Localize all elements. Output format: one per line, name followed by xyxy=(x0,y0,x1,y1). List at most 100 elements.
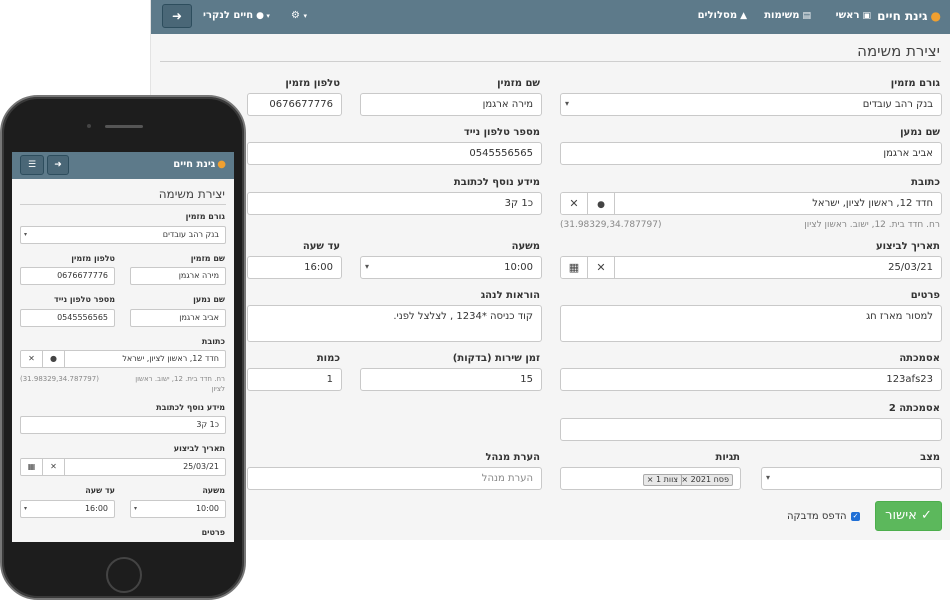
chevron-down-icon: ▾ xyxy=(24,505,28,512)
mobile-page-title: יצירת משימה xyxy=(158,187,225,201)
mobile-phone-input[interactable]: 0545556565 xyxy=(247,142,542,165)
reference-label: אסמכתה xyxy=(899,353,940,364)
chevron-down-icon: ▾ xyxy=(766,473,771,482)
gear-icon: ⚙ xyxy=(291,10,300,21)
orderer-phone-label: טלפון מזמין xyxy=(71,254,115,263)
chevron-down-icon: ▾ xyxy=(303,12,307,20)
nav-routes[interactable]: ▲מסלולים xyxy=(698,10,747,21)
page-title: יצירת משימה xyxy=(857,42,940,60)
orderer-select[interactable]: ▾ בנק רהב עובדים xyxy=(20,226,226,244)
clear-date-button[interactable]: ✕ xyxy=(588,257,615,278)
exec-date-input[interactable]: 25/03/21 ▦ ✕ xyxy=(560,256,942,279)
details-textarea[interactable]: למסור מארז חג xyxy=(560,305,942,342)
mobile-screen: ●גינת חיים ➜ ☰ יצירת משימה גורם מזמין ▾ ב… xyxy=(12,152,234,542)
divider xyxy=(160,61,941,62)
mobile-navbar: ●גינת חיים ➜ ☰ xyxy=(12,152,234,179)
menu-toggle-button[interactable]: ☰ xyxy=(20,155,44,175)
orderer-name-label: שם מזמין xyxy=(497,78,540,89)
print-label-text: הדפס מדבקה xyxy=(787,511,847,522)
mobile-brand[interactable]: ●גינת חיים xyxy=(173,159,226,170)
shift-label: משעה xyxy=(511,241,540,252)
user-menu[interactable]: ▾ ●חיים לנקרי xyxy=(203,10,270,21)
driver-notes-label: הוראות לנהג xyxy=(480,290,540,301)
mobile-phone-label: מספר טלפון נייד xyxy=(54,295,115,304)
tag-chip[interactable]: צוות 1 × xyxy=(642,474,682,486)
chevron-down-icon: ▾ xyxy=(134,505,138,512)
quantity-label: כמות xyxy=(316,353,340,364)
shift-select[interactable]: ▾ 10:00 xyxy=(360,256,542,279)
remove-tag-icon[interactable]: × xyxy=(647,475,654,484)
user-icon: ● xyxy=(256,11,264,21)
orderer-name-input[interactable]: מירה ארגמן xyxy=(360,93,542,116)
address-hint: רח. חדד בית. 12, ישוב. ראשון לציון xyxy=(804,220,940,230)
recipient-name-input[interactable]: אביב ארגמן xyxy=(560,142,942,165)
clear-date-button[interactable]: ✕ xyxy=(43,459,65,475)
orderer-phone-input[interactable]: 0676677776 xyxy=(20,267,115,285)
address-coords: (31.98329,34.787797) xyxy=(20,375,99,383)
calendar-icon: ▦ xyxy=(27,462,36,471)
reference-input[interactable]: 123afs23 xyxy=(560,368,942,391)
address-input[interactable]: חדד 12, ראשון לציון, ישראל ✕ ● xyxy=(560,192,942,215)
home-icon: ▣ xyxy=(862,11,871,21)
brand[interactable]: ●גינת חיים xyxy=(877,9,941,23)
until-input[interactable]: 16:00 xyxy=(247,256,342,279)
submit-button[interactable]: ✓ אישור xyxy=(875,501,942,531)
until-select[interactable]: ▾ 16:00 xyxy=(20,500,115,518)
location-pin-icon: ● xyxy=(930,9,941,23)
orderer-name-input[interactable]: מירה ארגמן xyxy=(130,267,226,285)
location-pin-icon: ● xyxy=(217,159,226,170)
road-icon: ▲ xyxy=(740,11,747,21)
clipboard-icon: ▤ xyxy=(802,11,811,21)
address-extra-label: מידע נוסף לכתובת xyxy=(453,177,540,188)
nav-home[interactable]: ▣ראשי xyxy=(836,10,871,21)
shift-select[interactable]: ▾ 10:00 xyxy=(130,500,226,518)
calendar-button[interactable]: ▦ xyxy=(561,257,588,278)
orderer-label: גורם מזמין xyxy=(185,212,225,221)
clear-address-button[interactable]: ✕ xyxy=(561,193,588,214)
desktop-app: ●גינת חיים ▣ראשי ▤משימות ▲מסלולים ▾ ⚙ ▾ … xyxy=(150,0,950,540)
recipient-name-label: שם נמען xyxy=(900,127,940,138)
chevron-down-icon: ▾ xyxy=(365,262,370,271)
address-extra-input[interactable]: כ1 ק3 xyxy=(20,416,226,434)
quantity-input[interactable]: 1 xyxy=(247,368,342,391)
mobile-phone-input[interactable]: 0545556565 xyxy=(20,309,115,327)
address-extra-input[interactable]: כ1 ק3 xyxy=(247,192,542,215)
driver-notes-textarea[interactable]: קוד כניסה *1234 , לצלצל לפני. xyxy=(247,305,542,342)
details-label: פרטים xyxy=(910,290,940,301)
divider xyxy=(20,204,226,205)
exec-date-label: תאריך לביצוע xyxy=(875,241,940,252)
exec-date-input[interactable]: 25/03/21 ▦ ✕ xyxy=(20,458,226,476)
sign-out-icon: ➜ xyxy=(54,160,62,170)
orderer-select[interactable]: ▾ בנק רהב עובדים xyxy=(560,93,942,116)
remove-tag-icon[interactable]: × xyxy=(681,475,688,484)
tag-chip[interactable]: פסח 2021 × xyxy=(677,474,733,486)
logout-button[interactable]: ➜ xyxy=(162,4,192,28)
reference2-input[interactable] xyxy=(560,418,942,441)
details-label: פרטים xyxy=(201,528,225,537)
sign-out-icon: ➜ xyxy=(171,9,183,23)
settings-menu[interactable]: ▾ ⚙ xyxy=(291,10,307,21)
orderer-phone-input[interactable]: 0676677776 xyxy=(247,93,342,116)
nav-tasks[interactable]: ▤משימות xyxy=(764,10,811,21)
recipient-name-input[interactable]: אביב ארגמן xyxy=(130,309,226,327)
service-time-label: זמן שירות (בדקות) xyxy=(452,353,540,364)
tags-input[interactable]: פסח 2021 × צוות 1 × xyxy=(560,467,741,490)
address-extra-label: מידע נוסף לכתובת xyxy=(156,403,225,412)
address-input[interactable]: חדד 12, ראשון לציון, ישראל ✕ ● xyxy=(20,350,226,368)
print-label-checkbox[interactable]: ✓ xyxy=(851,512,860,521)
chevron-down-icon: ▾ xyxy=(263,12,270,20)
reference2-label: אסמכתה 2 xyxy=(888,403,940,414)
clear-address-button[interactable]: ✕ xyxy=(21,351,43,367)
calendar-button[interactable]: ▦ xyxy=(21,459,43,475)
map-marker-button[interactable]: ● xyxy=(43,351,65,367)
status-select[interactable]: ▾ xyxy=(761,467,942,490)
orderer-label: גורם מזמין xyxy=(890,78,940,89)
check-icon: ✓ xyxy=(920,508,932,523)
speaker xyxy=(105,125,143,128)
service-time-input[interactable]: 15 xyxy=(360,368,542,391)
map-marker-button[interactable]: ● xyxy=(588,193,615,214)
mobile-logout-button[interactable]: ➜ xyxy=(47,155,69,175)
chevron-down-icon: ▾ xyxy=(565,99,570,108)
phone-mockup: ●גינת חיים ➜ ☰ יצירת משימה גורם מזמין ▾ ב… xyxy=(0,95,246,600)
manager-note-input[interactable]: הערת מנהל xyxy=(247,467,542,490)
